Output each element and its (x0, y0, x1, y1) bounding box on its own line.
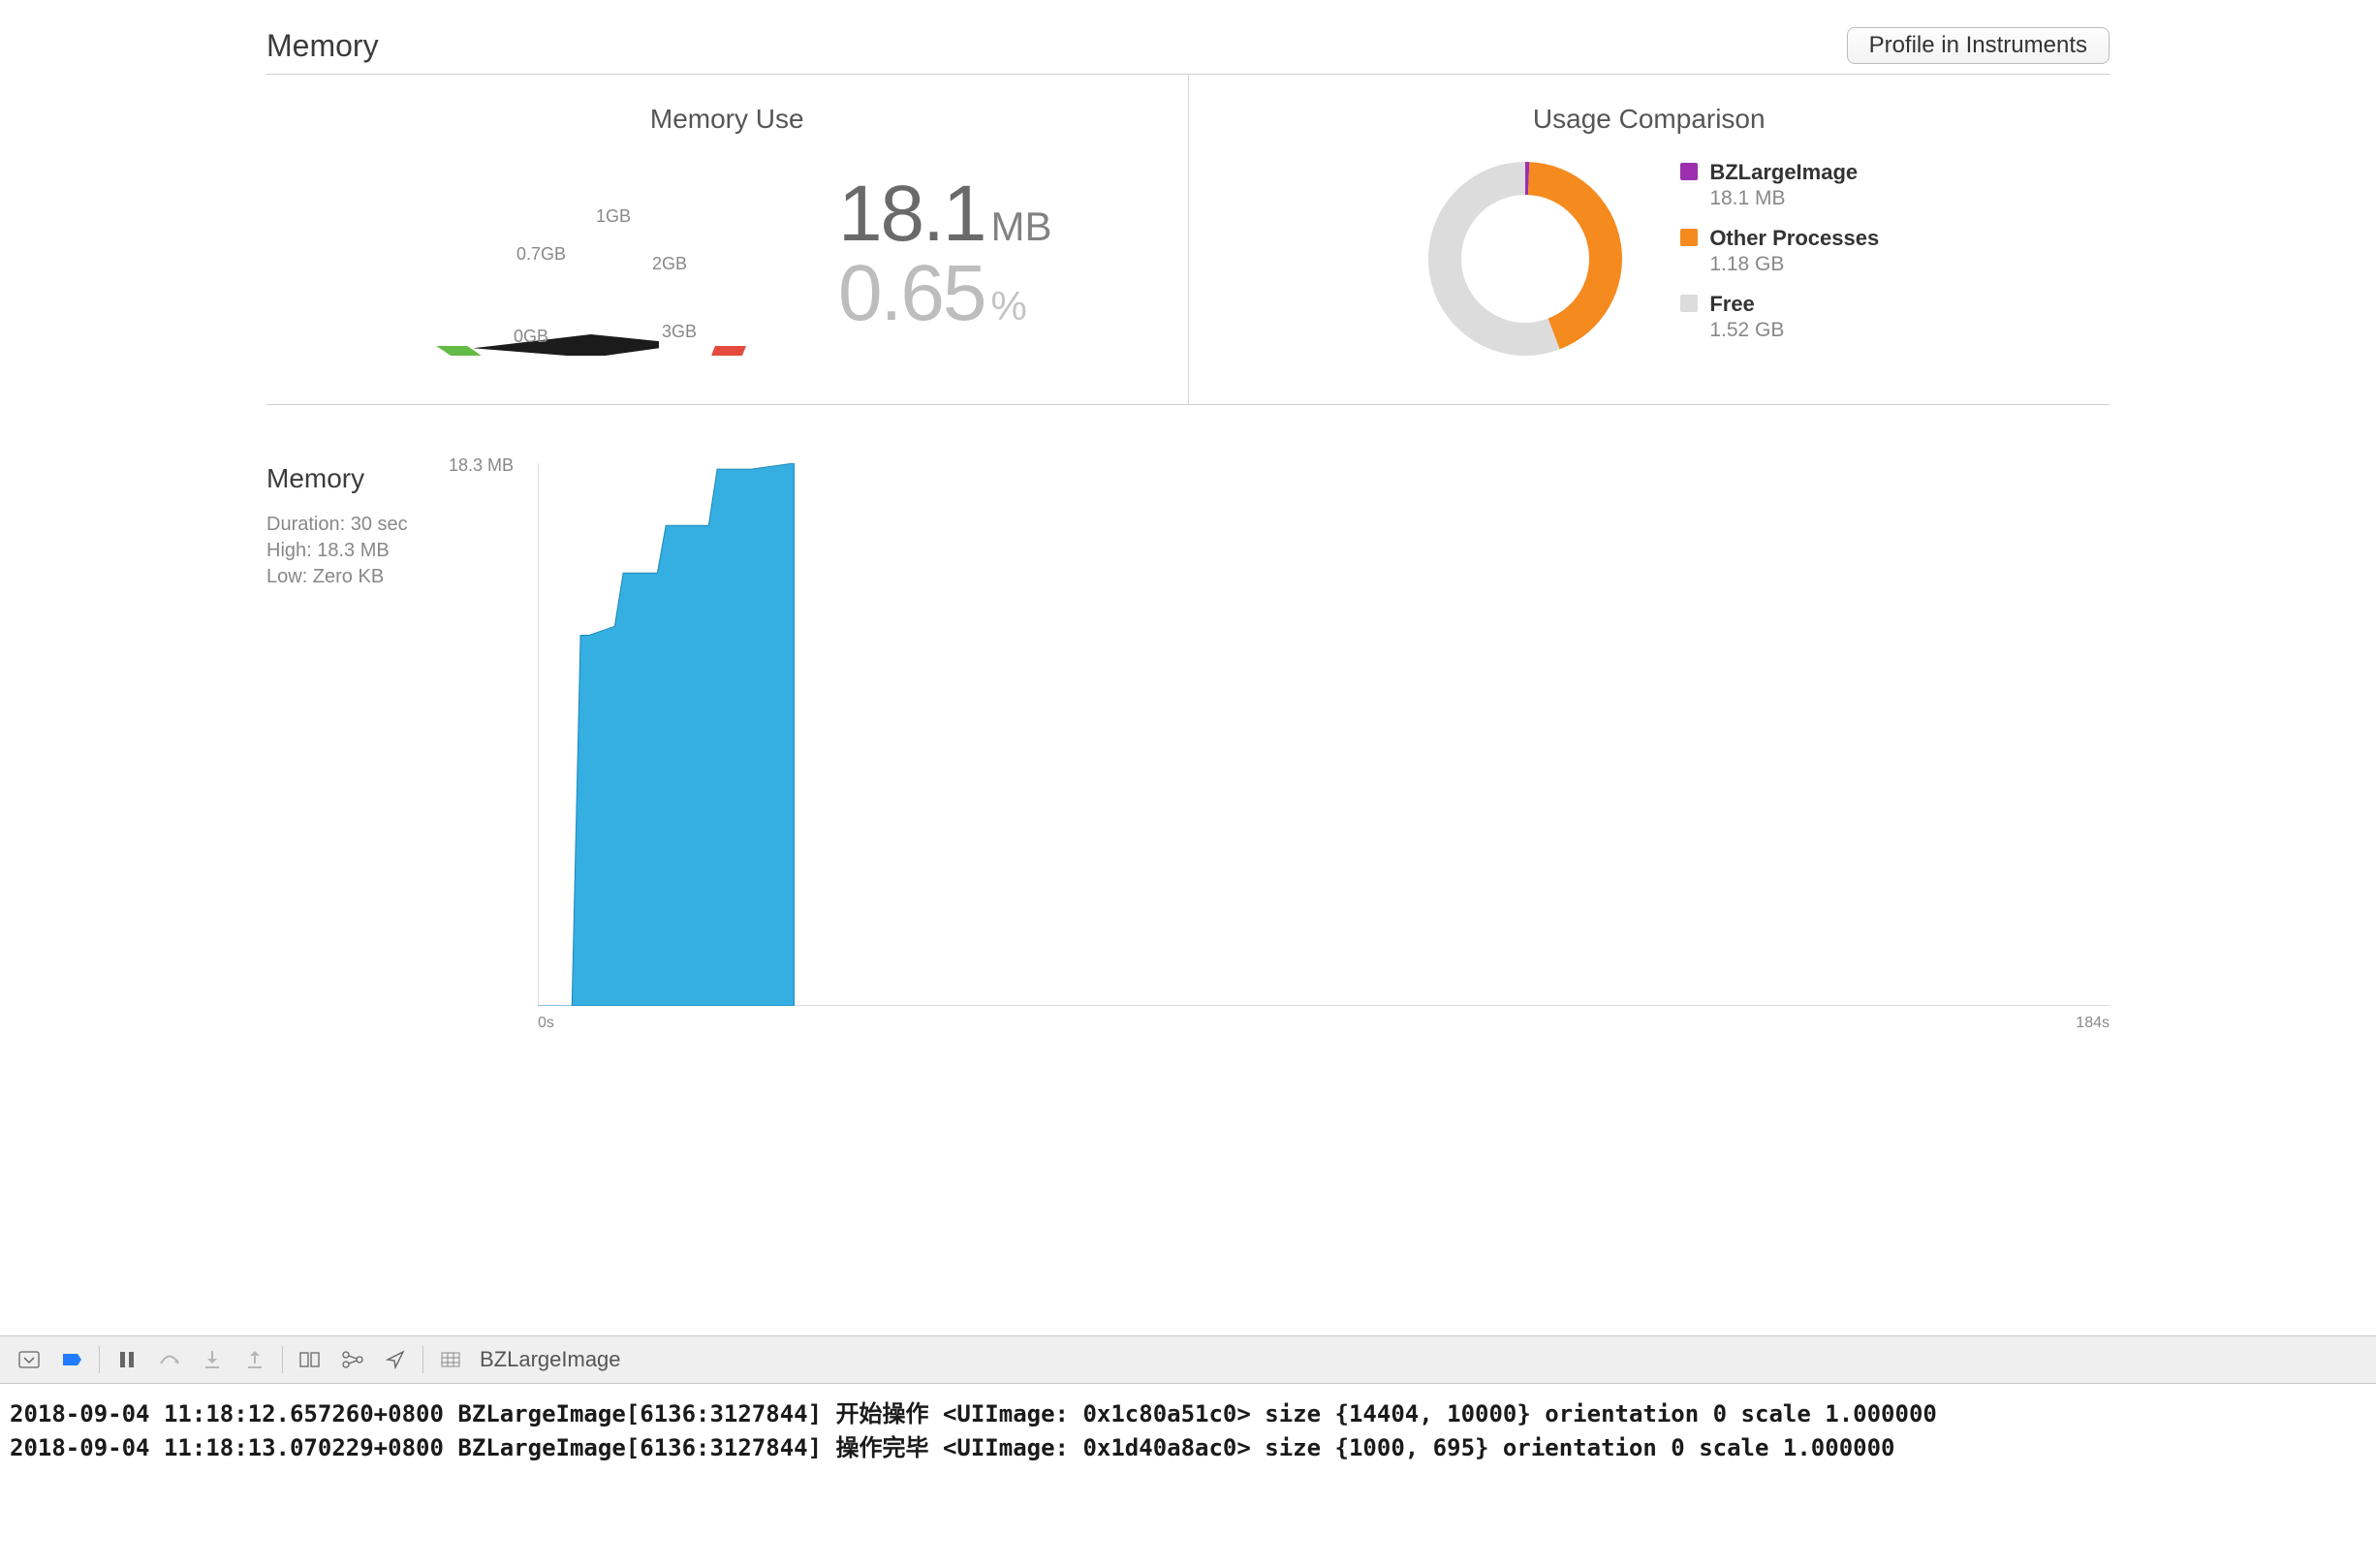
timeline-section: Memory Duration: 30 sec High: 18.3 MB Lo… (266, 405, 2110, 1050)
console-toolbar: BZLargeImage (0, 1335, 2376, 1384)
timeline-ymax-label: 18.3 MB (449, 455, 514, 476)
timeline-xstart: 0s (538, 1015, 554, 1032)
memory-percent-unit: % (991, 283, 1027, 329)
timeline-low: Low: Zero KB (266, 564, 518, 590)
step-over-icon[interactable] (148, 1335, 191, 1384)
usage-donut (1419, 152, 1632, 365)
timeline-high: High: 18.3 MB (266, 538, 518, 564)
memory-value: 18.1 (838, 170, 985, 258)
gauge-tick-4: 3GB (662, 322, 697, 342)
legend-value: 1.52 GB (1709, 319, 1784, 342)
legend-row: Free1.52 GB (1680, 292, 1879, 342)
legend-swatch (1680, 229, 1698, 246)
console-line: 2018-09-04 11:18:12.657260+0800 BZLargeI… (10, 1397, 2366, 1431)
target-label[interactable]: BZLargeImage (480, 1347, 621, 1372)
legend-name: Other Processes (1709, 226, 1879, 251)
gauge-tick-1: 0.7GB (516, 244, 566, 265)
panels-row: Memory Use 0GB 0.7GB 1GB 2GB 3GB 18.1MB … (266, 75, 2110, 405)
step-out-icon[interactable] (234, 1335, 276, 1384)
legend-row: BZLargeImage18.1 MB (1680, 160, 1879, 210)
usage-comparison-panel: Usage Comparison BZLargeImage18.1 MB Othe… (1188, 75, 2110, 404)
memory-report-area: Memory Profile in Instruments Memory Use… (0, 0, 2376, 1335)
memory-unit: MB (991, 204, 1052, 249)
legend-name: BZLargeImage (1709, 160, 1858, 185)
gauge-tick-0: 0GB (514, 327, 548, 347)
memory-use-panel: Memory Use 0GB 0.7GB 1GB 2GB 3GB 18.1MB … (266, 75, 1188, 404)
step-into-icon[interactable] (191, 1335, 234, 1384)
gauge-tick-3: 2GB (652, 254, 687, 274)
section-title: Memory (266, 28, 379, 64)
memory-use-values: 18.1MB 0.65% (838, 174, 1052, 333)
toolbar-separator (282, 1346, 283, 1373)
memory-gauge: 0GB 0.7GB 1GB 2GB 3GB (402, 152, 780, 356)
pause-icon[interactable] (106, 1335, 148, 1384)
bookmark-icon[interactable] (50, 1335, 93, 1384)
profile-in-instruments-button[interactable]: Profile in Instruments (1847, 27, 2110, 64)
toolbar-separator (99, 1346, 100, 1373)
timeline-duration: Duration: 30 sec (266, 512, 518, 538)
debug-memory-graph-icon[interactable] (331, 1335, 374, 1384)
timeline-chart: 18.3 MB 0s 184s (538, 463, 2110, 1011)
legend-swatch (1680, 295, 1698, 312)
legend-value: 1.18 GB (1709, 253, 1879, 276)
console-disclosure-button[interactable] (8, 1335, 50, 1384)
memory-use-title: Memory Use (266, 104, 1188, 135)
process-icon[interactable] (429, 1335, 472, 1384)
usage-comparison-title: Usage Comparison (1189, 104, 2110, 135)
gauge-tick-2: 1GB (596, 206, 631, 227)
section-header: Memory Profile in Instruments (266, 0, 2110, 75)
timeline-xend: 184s (2076, 1015, 2110, 1032)
usage-legend: BZLargeImage18.1 MB Other Processes1.18 G… (1680, 160, 1879, 358)
console-output[interactable]: 2018-09-04 11:18:12.657260+0800 BZLargeI… (0, 1384, 2376, 1568)
legend-name: Free (1709, 292, 1784, 317)
location-icon[interactable] (374, 1335, 417, 1384)
debug-view-hierarchy-icon[interactable] (289, 1335, 331, 1384)
timeline-meta: Memory Duration: 30 sec High: 18.3 MB Lo… (266, 463, 538, 1011)
legend-row: Other Processes1.18 GB (1680, 226, 1879, 276)
memory-percent: 0.65 (838, 249, 985, 337)
legend-value: 18.1 MB (1709, 187, 1858, 210)
console-line: 2018-09-04 11:18:13.070229+0800 BZLargeI… (10, 1431, 2366, 1465)
legend-swatch (1680, 163, 1698, 180)
toolbar-separator (422, 1346, 423, 1373)
